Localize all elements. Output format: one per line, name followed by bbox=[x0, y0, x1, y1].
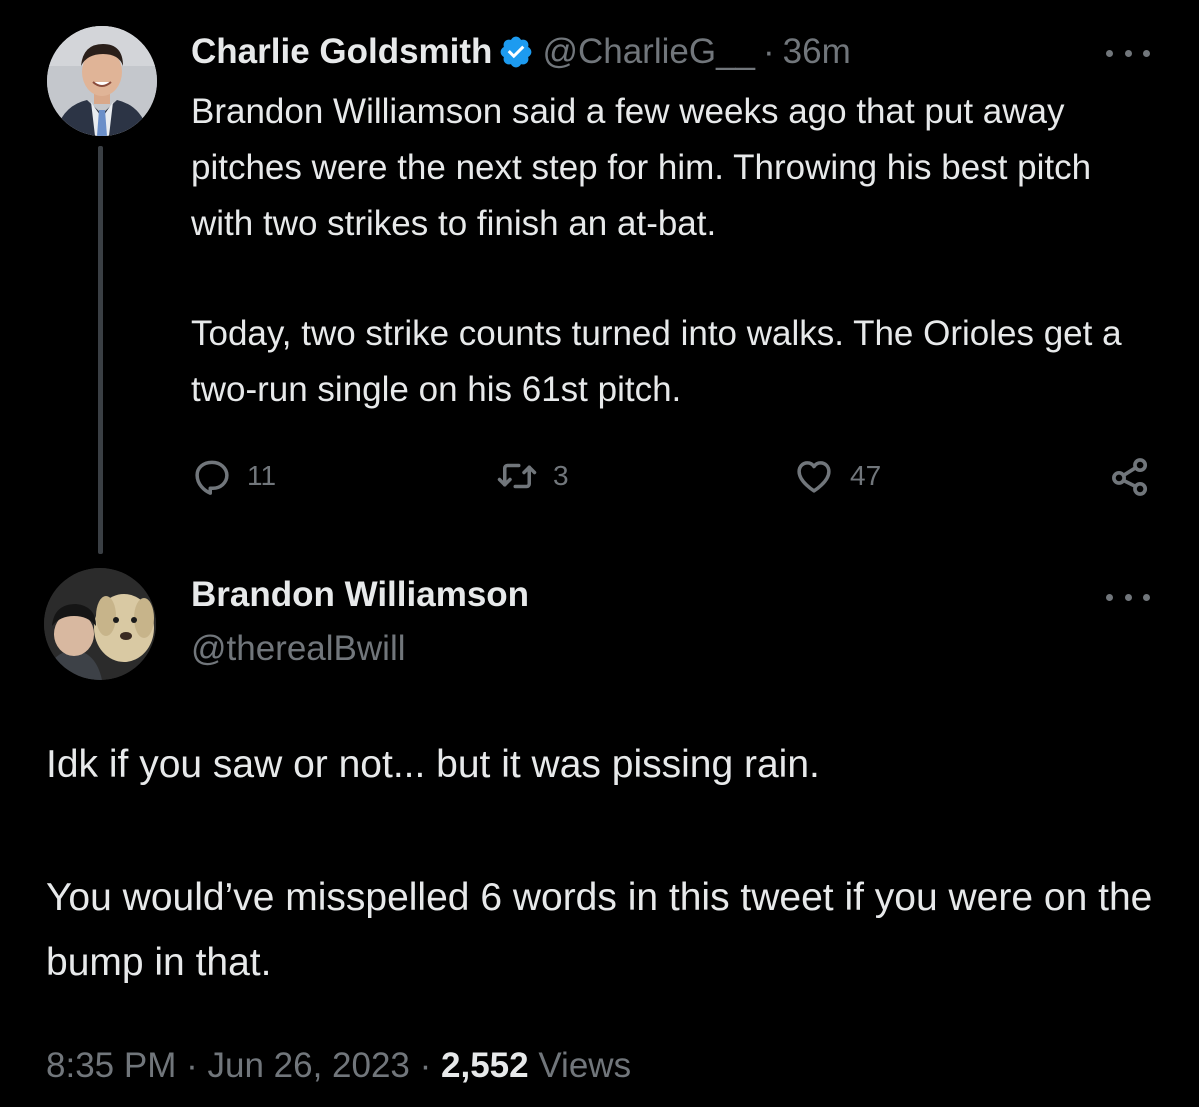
author-name[interactable]: Charlie Goldsmith bbox=[191, 32, 492, 72]
more-icon[interactable] bbox=[1106, 590, 1150, 604]
separator-dot: · bbox=[419, 1046, 432, 1085]
avatar[interactable] bbox=[47, 26, 157, 136]
avatar-photo bbox=[44, 568, 156, 680]
tweet-header: Charlie Goldsmith @CharlieG__ · 36m bbox=[191, 28, 851, 76]
avatar-photo bbox=[47, 26, 157, 136]
author-handle[interactable]: @CharlieG__ bbox=[542, 32, 755, 72]
share-icon bbox=[1108, 455, 1152, 499]
separator-dot: · bbox=[186, 1046, 198, 1085]
tweet-text-paragraph: Brandon Williamson said a few weeks ago … bbox=[191, 92, 1101, 243]
author-name[interactable]: Brandon Williamson bbox=[191, 572, 529, 618]
retweet-count: 3 bbox=[553, 460, 569, 491]
tweet-date[interactable]: Jun 26, 2023 bbox=[207, 1046, 409, 1085]
reply-icon bbox=[191, 455, 233, 497]
views-count: 2,552 bbox=[441, 1046, 529, 1085]
like-count: 47 bbox=[850, 460, 882, 491]
tweet-time[interactable]: 36m bbox=[783, 32, 851, 72]
tweet-text-paragraph: You would’ve misspelled 6 words in this … bbox=[46, 876, 1164, 984]
separator-dot: · bbox=[763, 32, 775, 71]
tweet-metadata: 8:35 PM · Jun 26, 2023 · 2,552 Views bbox=[46, 1040, 631, 1092]
author-handle[interactable]: @therealBwill bbox=[191, 626, 406, 672]
like-button[interactable]: 47 bbox=[792, 455, 881, 497]
retweet-button[interactable]: 3 bbox=[495, 455, 569, 497]
views-label: Views bbox=[538, 1046, 632, 1085]
tweet-text-paragraph: Idk if you saw or not... but it was piss… bbox=[46, 743, 820, 786]
reply-button[interactable]: 11 bbox=[191, 455, 276, 497]
tweet-text-paragraph: Today, two strike counts turned into wal… bbox=[191, 314, 1132, 409]
thread-line bbox=[98, 146, 103, 554]
retweet-icon bbox=[495, 455, 539, 497]
tweet-time[interactable]: 8:35 PM bbox=[46, 1046, 176, 1085]
verified-badge-icon bbox=[498, 34, 534, 70]
heart-icon bbox=[792, 455, 836, 497]
reply-count: 11 bbox=[247, 460, 277, 491]
avatar[interactable] bbox=[44, 568, 156, 680]
share-button[interactable] bbox=[1108, 455, 1152, 499]
more-icon[interactable] bbox=[1106, 46, 1150, 60]
